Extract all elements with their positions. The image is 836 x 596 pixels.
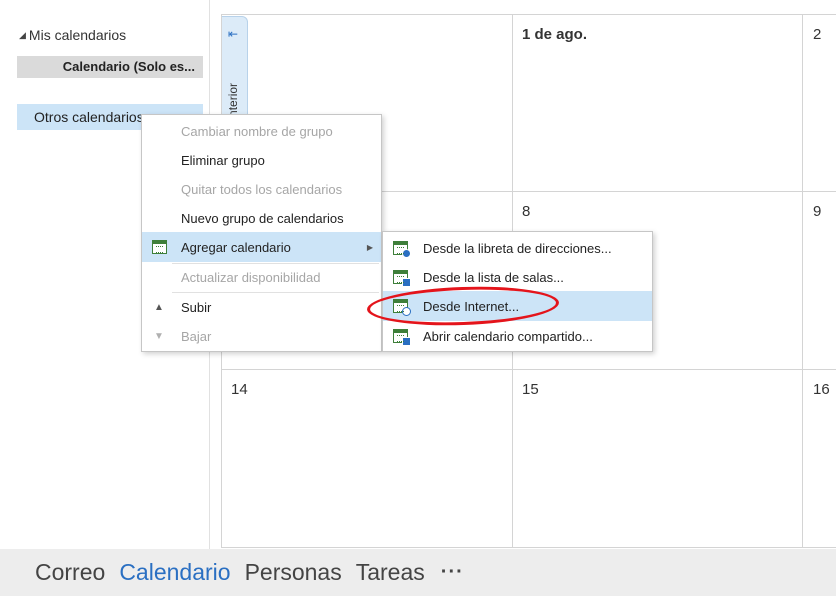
navigation-bar: Correo Calendario Personas Tareas ··· <box>0 549 836 596</box>
add-calendar-icon <box>151 239 167 255</box>
menu-item-new-calendar-group[interactable]: Nuevo grupo de calendarios <box>142 203 381 233</box>
more-options-icon[interactable]: ··· <box>441 561 464 584</box>
day-cell-aug-8[interactable]: 8 <box>522 203 530 220</box>
add-calendar-submenu: Desde la libreta de direcciones... Desde… <box>382 231 653 352</box>
nav-tasks[interactable]: Tareas <box>356 559 425 586</box>
menu-item-delete-group[interactable]: Eliminar grupo <box>142 145 381 175</box>
menu-item-move-up[interactable]: ▲ Subir <box>142 292 381 322</box>
collapse-triangle-icon[interactable]: ◢ <box>19 30 26 41</box>
submenu-item-from-room-list[interactable]: Desde la lista de salas... <box>383 262 652 292</box>
submenu-item-from-internet[interactable]: Desde Internet... <box>383 291 652 321</box>
day-cell-aug-14[interactable]: 14 <box>231 381 248 398</box>
group-context-menu: Cambiar nombre de grupo Eliminar grupo Q… <box>141 114 382 352</box>
grid-line <box>221 369 836 370</box>
my-calendars-label: Mis calendarios <box>28 27 127 43</box>
submenu-item-open-shared-calendar[interactable]: Abrir calendario compartido... <box>383 321 652 351</box>
grid-line <box>802 14 803 548</box>
my-calendars-group[interactable]: ◢ Mis calendarios <box>19 27 126 43</box>
menu-item-update-availability[interactable]: Actualizar disponibilidad <box>142 262 381 292</box>
room-list-calendar-icon <box>392 269 411 287</box>
day-cell-aug-9[interactable]: 9 <box>813 203 821 220</box>
submenu-arrow-icon: ▶ <box>366 242 373 252</box>
move-down-icon: ▼ <box>154 330 164 342</box>
move-up-icon: ▲ <box>154 301 164 313</box>
nav-mail[interactable]: Correo <box>35 559 105 586</box>
menu-item-remove-all-calendars[interactable]: Quitar todos los calendarios <box>142 174 381 204</box>
menu-item-add-calendar[interactable]: Agregar calendario ▶ <box>142 232 381 262</box>
grid-line <box>221 14 836 15</box>
day-cell-aug-1[interactable]: 1 de ago. <box>522 26 587 43</box>
menu-item-rename-group[interactable]: Cambiar nombre de grupo <box>142 116 381 146</box>
shared-calendar-icon <box>392 328 411 346</box>
day-cell-aug-15[interactable]: 15 <box>522 381 539 398</box>
calendar-item[interactable]: Calendario (Solo es... <box>17 56 203 78</box>
internet-calendar-icon <box>392 298 411 316</box>
grid-line <box>221 547 836 548</box>
nav-calendar[interactable]: Calendario <box>119 559 230 586</box>
menu-item-move-down[interactable]: ▼ Bajar <box>142 321 381 351</box>
nav-people[interactable]: Personas <box>245 559 342 586</box>
address-book-calendar-icon <box>392 240 411 258</box>
day-cell-aug-16[interactable]: 16 <box>813 381 830 398</box>
day-cell-aug-2[interactable]: 2 <box>813 26 821 43</box>
submenu-item-from-address-book[interactable]: Desde la libreta de direcciones... <box>383 233 652 263</box>
